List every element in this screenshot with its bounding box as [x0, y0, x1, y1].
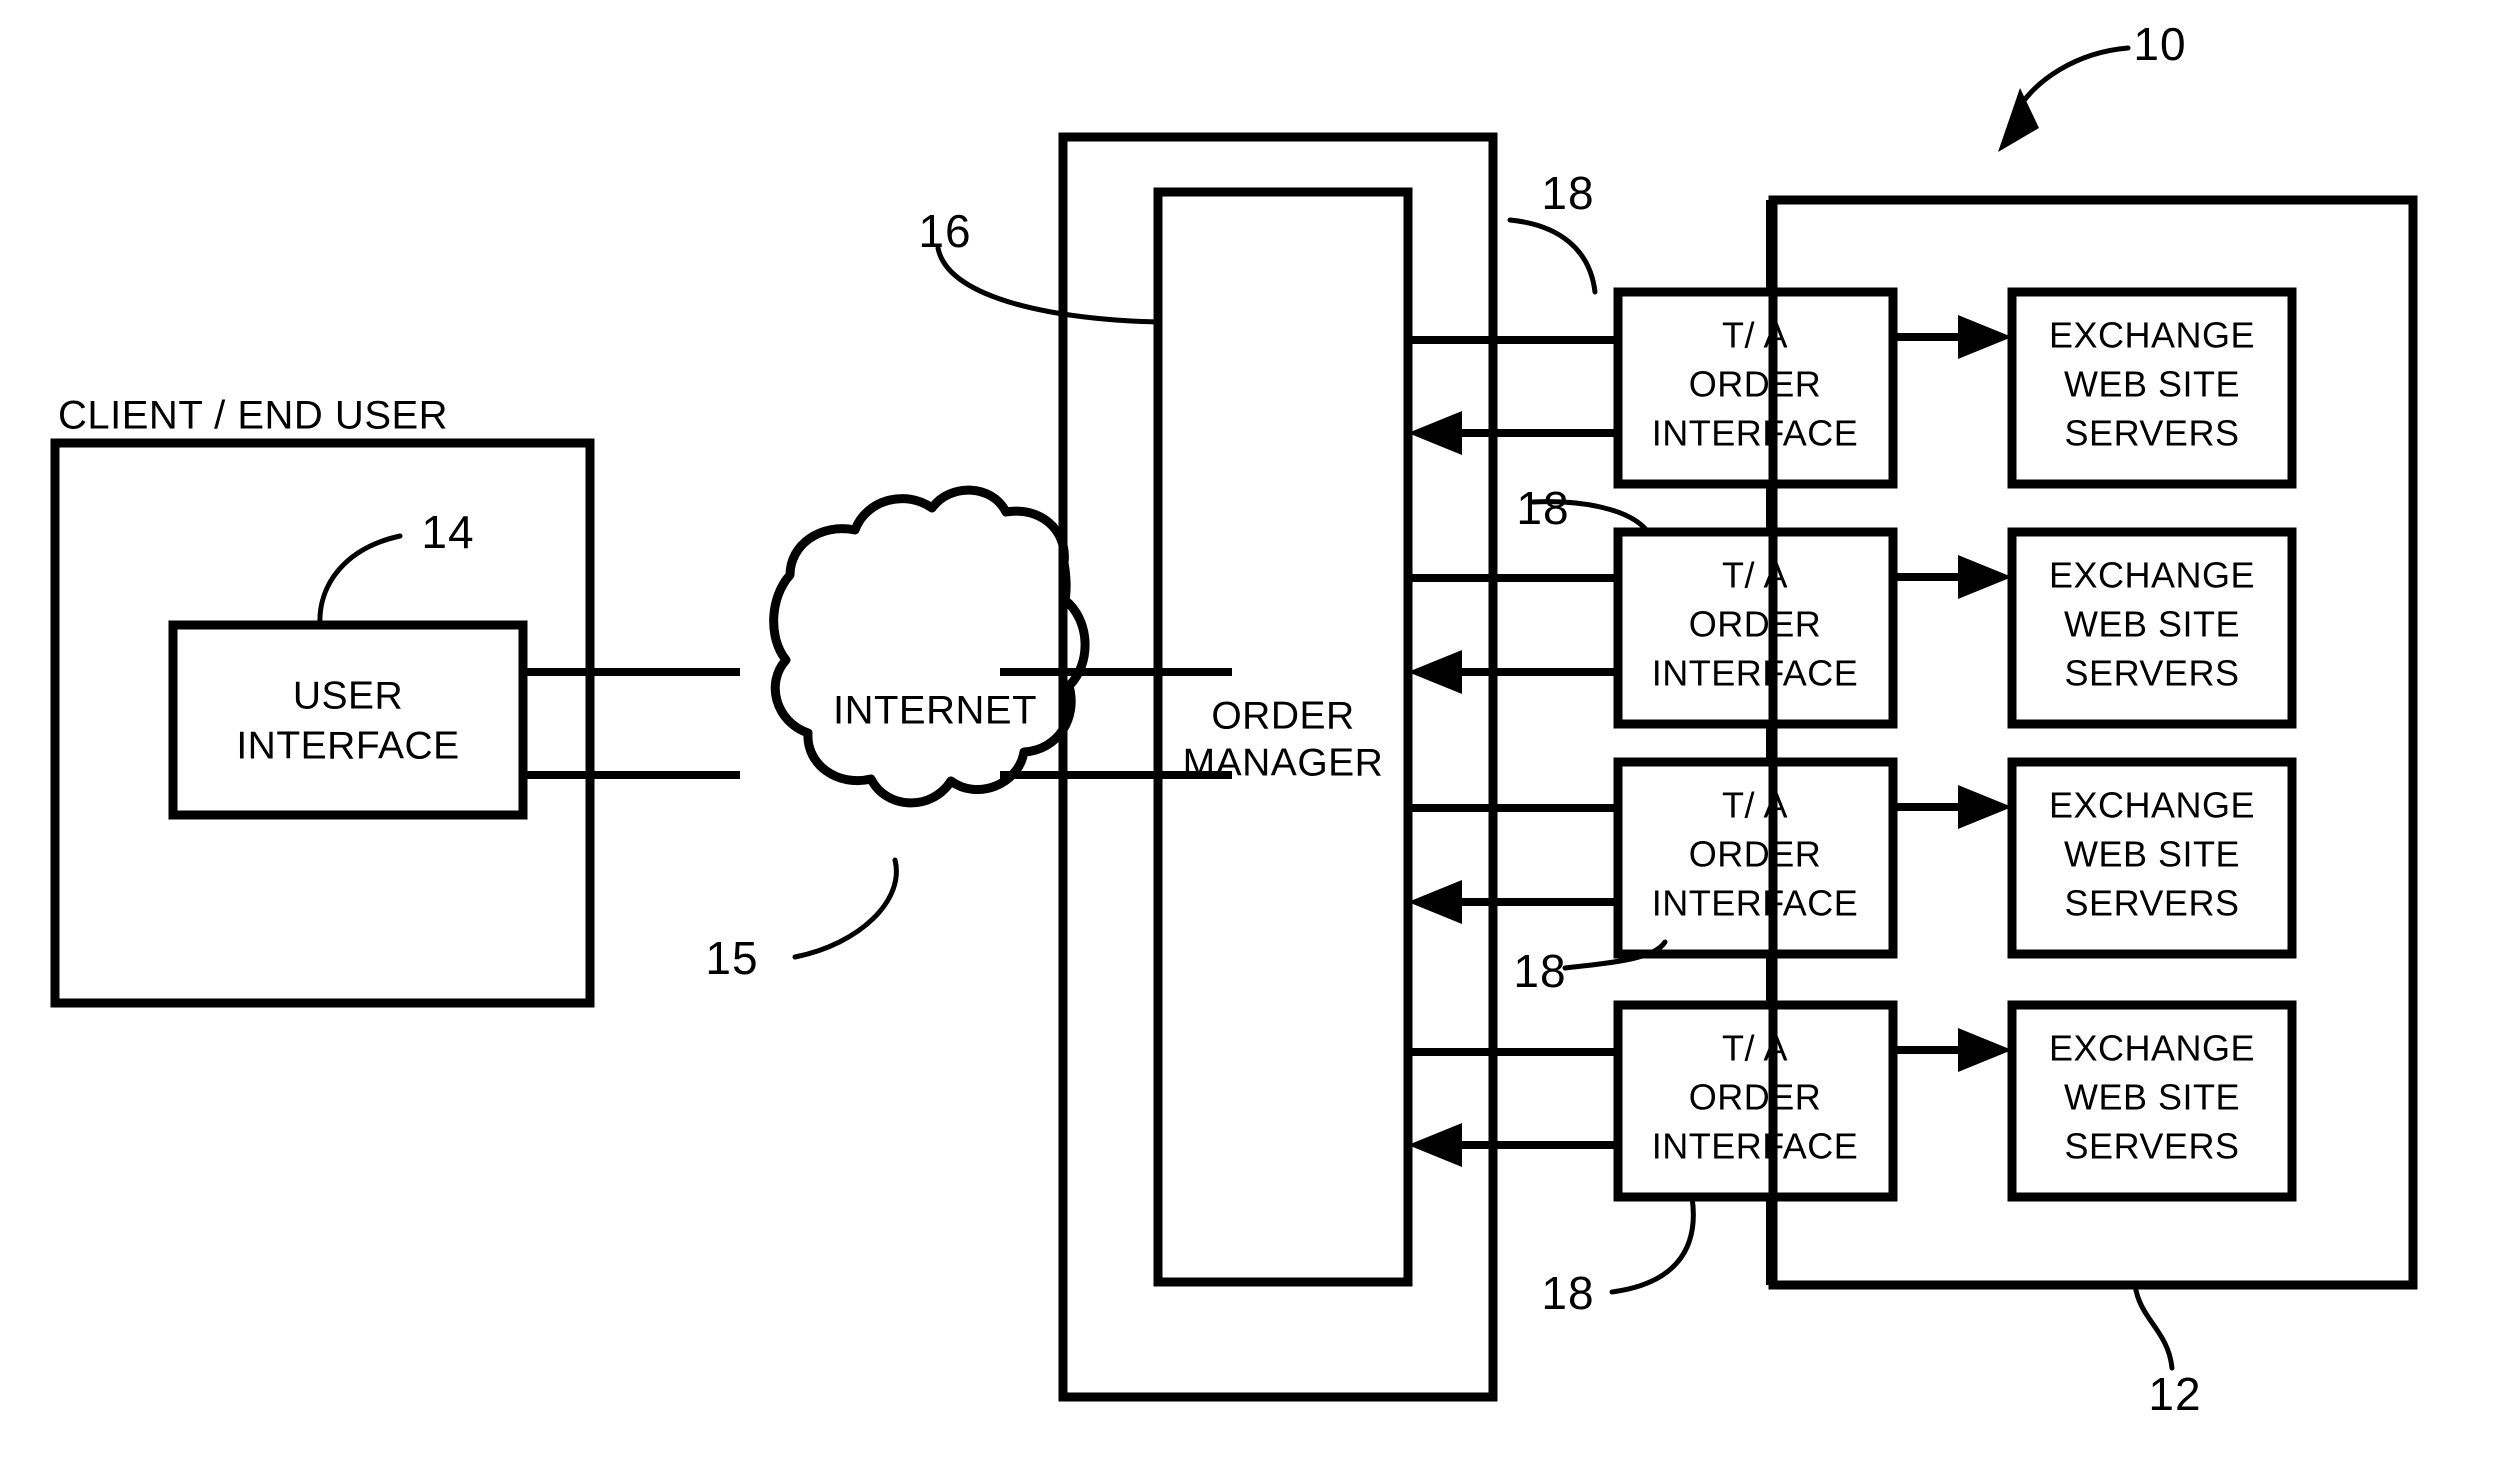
leader-line-18-4	[1609, 1194, 1696, 1295]
exchange-1-label-line1: EXCHANGE	[2049, 315, 2255, 356]
exchange-4-label-line3: SERVERS	[2065, 1126, 2240, 1167]
leader-line-15	[792, 857, 899, 960]
ta-1-label-line1: T/ A	[1722, 315, 1788, 356]
ta-4-label-line3: INTERFACE	[1652, 1126, 1859, 1167]
ta-3-label-line2: ORDER	[1689, 834, 1822, 875]
exchange-3-label-line2: WEB SITE	[2064, 834, 2240, 875]
arrowhead-ta-om-4	[1408, 1123, 1462, 1167]
exchange-1-label-line3: SERVERS	[2065, 413, 2240, 454]
leader-line-18-1	[1507, 217, 1598, 295]
ref-numeral-16: 16	[918, 205, 971, 257]
exchange-1-label-line2: WEB SITE	[2064, 364, 2240, 405]
patent-figure: INTERNET ORDER MANAGER T/ A ORDER INTERF…	[0, 0, 2502, 1459]
ta-3-label-line3: INTERFACE	[1652, 883, 1859, 924]
user-interface-label-line1: USER	[293, 674, 403, 717]
arrowhead-ta-ex-3	[1958, 785, 2012, 829]
arrowhead-ta-ex-2	[1958, 555, 2012, 599]
arrowhead-ta-om-3	[1408, 880, 1462, 924]
exchange-3-label-line3: SERVERS	[2065, 883, 2240, 924]
ref-numeral-18-3: 18	[1513, 945, 1566, 997]
ta-1-label-line2: ORDER	[1689, 364, 1822, 405]
arrowhead-ta-ex-1	[1958, 315, 2012, 359]
ta-2-label-line2: ORDER	[1689, 604, 1822, 645]
figure-canvas: INTERNET ORDER MANAGER T/ A ORDER INTERF…	[50, 18, 2418, 1420]
exchange-2-label-line3: SERVERS	[2065, 653, 2240, 694]
internet-cloud	[769, 485, 1090, 808]
ref-numeral-15: 15	[705, 932, 758, 984]
arrowhead-10	[1998, 88, 2039, 152]
exchange-2-label-line2: WEB SITE	[2064, 604, 2240, 645]
user-interface-label-line2: INTERFACE	[236, 724, 459, 767]
ref-numeral-18-1: 18	[1541, 167, 1594, 219]
exchange-2-label-line1: EXCHANGE	[2049, 555, 2255, 596]
arrowhead-ta-om-1	[1408, 411, 1462, 455]
ref-numeral-14: 14	[421, 506, 474, 558]
ta-1-label-line3: INTERFACE	[1652, 413, 1859, 454]
leader-line-12	[2132, 1282, 2175, 1371]
ta-2-label-line1: T/ A	[1722, 555, 1788, 596]
ref-numeral-10: 10	[2133, 18, 2186, 70]
ta-3-label-line1: T/ A	[1722, 785, 1788, 826]
ref-numeral-18-2: 18	[1516, 482, 1569, 534]
client-end-user-label: CLIENT / END USER	[58, 394, 448, 438]
ref-numeral-12: 12	[2148, 1368, 2201, 1420]
ref-numeral-18-4: 18	[1541, 1267, 1594, 1319]
ta-4-label-line1: T/ A	[1722, 1028, 1788, 1069]
ta-2-label-line3: INTERFACE	[1652, 653, 1859, 694]
internet-label: INTERNET	[833, 689, 1037, 733]
leader-line-14	[317, 533, 403, 628]
leader-line-16	[935, 245, 1161, 325]
exchange-3-label-line1: EXCHANGE	[2049, 785, 2255, 826]
arrowhead-ta-om-2	[1408, 650, 1462, 694]
exchange-4-label-line2: WEB SITE	[2064, 1077, 2240, 1118]
order-manager-label-line1: ORDER	[1211, 694, 1354, 737]
client-end-user-box	[50, 438, 595, 1008]
order-manager-label-line2: MANAGER	[1183, 741, 1384, 784]
exchange-4-label-line1: EXCHANGE	[2049, 1028, 2255, 1069]
ta-4-label-line2: ORDER	[1689, 1077, 1822, 1118]
user-interface-box	[168, 620, 528, 820]
arrowhead-ta-ex-4	[1958, 1028, 2012, 1072]
